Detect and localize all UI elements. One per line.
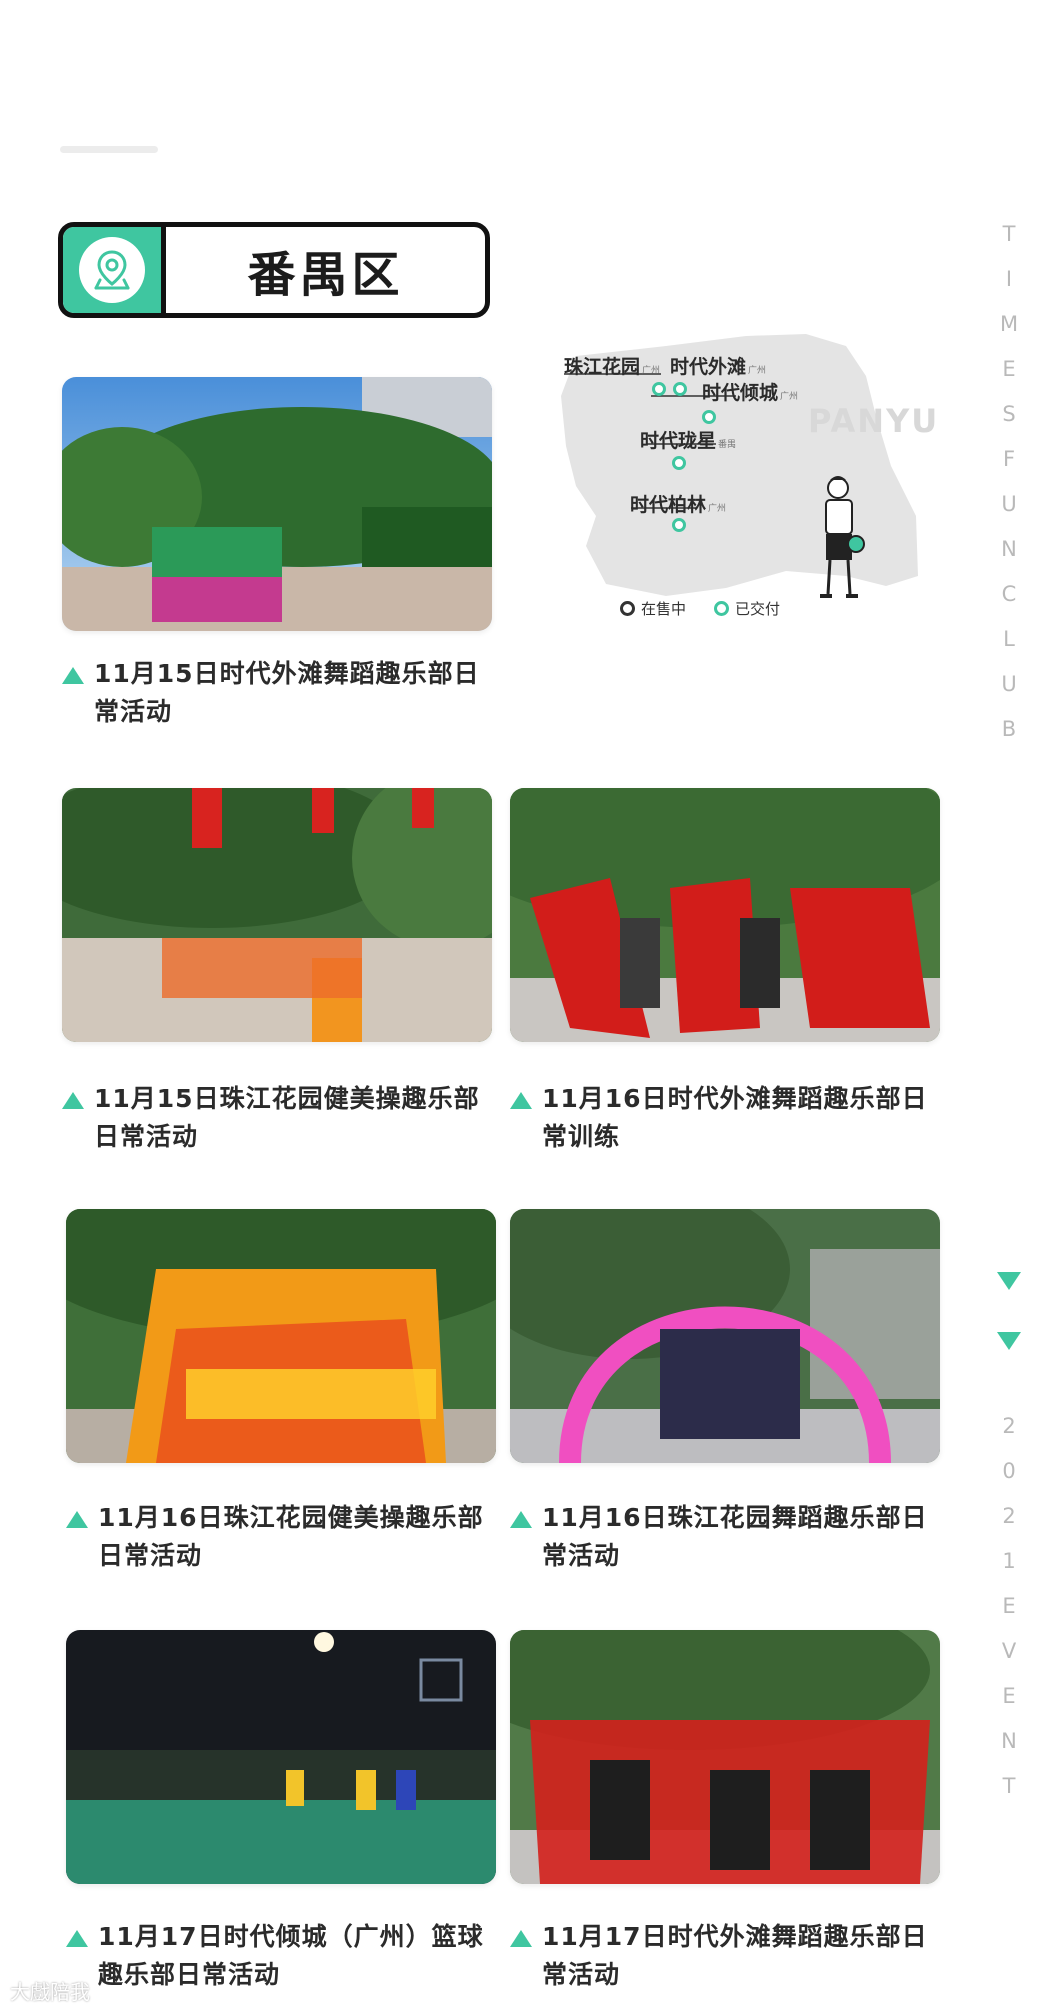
activity-photo-7	[510, 1630, 940, 1884]
side-letter: C	[1001, 582, 1017, 606]
side-text-timesfunclub: T I M E S F U N C L U B	[994, 212, 1024, 752]
activity-caption-1: 11月15日时代外滩舞蹈趣乐部日常活动	[62, 655, 502, 731]
side-letter: 0	[1002, 1459, 1016, 1483]
triangle-icon	[510, 1511, 532, 1528]
map-dot-zhujiang	[652, 382, 666, 396]
pin-box	[63, 227, 166, 313]
down-arrow-icon	[997, 1272, 1021, 1290]
side-letter: N	[1001, 1729, 1017, 1753]
side-letter: 2	[1002, 1504, 1016, 1528]
activity-caption-3: 11月16日时代外滩舞蹈趣乐部日常训练	[510, 1080, 950, 1156]
map-dot-qingcheng	[702, 410, 716, 424]
side-letter: 2	[1002, 1414, 1016, 1438]
activity-caption-4: 11月16日珠江花园健美操趣乐部日常活动	[66, 1499, 506, 1575]
activity-photo-5	[510, 1209, 940, 1463]
delivered-dot-icon	[714, 601, 729, 616]
panyu-map: PANYU 珠江花园 广州 时代外滩 广州 时代倾城 广州 时代珑星 番禺 时代柏林 广州…	[546, 326, 946, 626]
watermark: 大戲陪我	[10, 1980, 90, 2004]
map-dot-longxing	[672, 456, 686, 470]
side-letter: L	[1003, 627, 1015, 651]
side-letter: T	[1002, 222, 1016, 246]
triangle-icon	[510, 1092, 532, 1109]
side-letter: B	[1001, 717, 1017, 741]
side-letter: 1	[1002, 1549, 1016, 1573]
activity-photo-2	[62, 788, 492, 1042]
activity-photo-6	[66, 1630, 496, 1884]
side-letter: E	[1002, 357, 1016, 381]
side-letter: E	[1002, 1684, 1016, 1708]
side-letter: M	[999, 312, 1019, 336]
activity-caption-7: 11月17日时代外滩舞蹈趣乐部日常活动	[510, 1918, 950, 1994]
map-dot-waitan	[673, 382, 687, 396]
triangle-icon	[62, 1092, 84, 1109]
activity-caption-5: 11月16日珠江花园舞蹈趣乐部日常活动	[510, 1499, 950, 1575]
triangle-icon	[66, 1511, 88, 1528]
side-letter: V	[1001, 1639, 1017, 1663]
on-sale-dot-icon	[620, 601, 635, 616]
map-label-qingcheng: 时代倾城 广州	[702, 382, 799, 404]
side-letter: N	[1001, 537, 1017, 561]
map-label-longxing: 时代珑星 番禺	[640, 430, 737, 452]
side-letter: E	[1002, 1594, 1016, 1618]
side-letter: F	[1002, 447, 1016, 471]
side-text-2021event: 2 0 2 1 E V E N T	[994, 1404, 1024, 1809]
triangle-icon	[62, 667, 84, 684]
side-letter: S	[1002, 402, 1016, 426]
panyu-label: PANYU	[808, 402, 940, 440]
location-pin-icon	[79, 237, 145, 303]
district-header: 番禺区	[58, 222, 490, 318]
map-label-waitan: 时代外滩 广州	[670, 356, 767, 378]
triangle-icon	[510, 1930, 532, 1947]
side-letter: I	[1005, 267, 1013, 291]
legend-delivered: 已交付	[714, 598, 780, 619]
triangle-icon	[66, 1930, 88, 1947]
down-arrow-icon	[997, 1332, 1021, 1350]
map-label-zhujiang: 珠江花园 广州	[564, 356, 661, 378]
side-letter: U	[1001, 672, 1017, 696]
activity-photo-4	[66, 1209, 496, 1463]
activity-caption-6: 11月17日时代倾城（广州）篮球趣乐部日常活动	[66, 1918, 506, 1994]
activity-photo-3	[510, 788, 940, 1042]
activity-photo-1	[62, 377, 492, 631]
district-title: 番禺区	[247, 247, 404, 303]
side-letter: U	[1001, 492, 1017, 516]
map-dot-bolin	[672, 518, 686, 532]
side-letter: T	[1002, 1774, 1016, 1798]
legend-on-sale: 在售中	[620, 598, 686, 619]
top-divider	[60, 146, 158, 153]
map-label-bolin: 时代柏林 广州	[630, 494, 727, 516]
activity-caption-2: 11月15日珠江花园健美操趣乐部日常活动	[62, 1080, 502, 1156]
